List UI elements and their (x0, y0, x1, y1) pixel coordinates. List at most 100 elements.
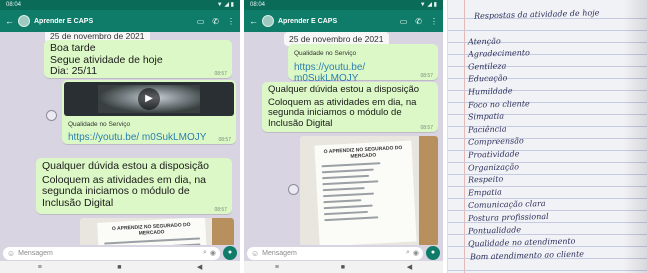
nav-back-icon[interactable]: ◀ (197, 263, 202, 271)
message-placeholder: Mensagem (262, 249, 297, 257)
document-photo[interactable]: O APRENDIZ NO SEGURADO DO MERCADO (300, 136, 438, 245)
document-paper: O APRENDIZ NO SEGURADO DO MERCADO (313, 140, 416, 245)
info-message[interactable]: Qualquer dúvida estou a disposição Coloq… (262, 82, 438, 132)
chat-header: ← Aprender É CAPS ▭ ✆ ⋮ (244, 10, 443, 32)
video-caption: Qualidade no Serviço (68, 121, 131, 128)
message-time: 08:57 (218, 137, 231, 143)
group-name[interactable]: Aprender É CAPS (278, 18, 392, 25)
video-thumbnail[interactable]: ▶ (64, 82, 234, 116)
notebook-answer-line: Proatividade (467, 149, 520, 160)
doc-line (323, 204, 373, 209)
document-title: O APRENDIZ NO SEGURADO DO MERCADO (323, 144, 403, 160)
link-message[interactable]: Qualidade no Serviço https://youtu.be/ m… (288, 44, 438, 84)
chat-header: ← Aprender É CAPS ▭ ✆ ⋮ (0, 10, 240, 32)
message-time: 08:57 (214, 71, 227, 77)
attach-icon[interactable]: ⌕ (406, 249, 410, 257)
voice-call-icon[interactable]: ✆ (415, 17, 422, 26)
document-paper: O APRENDIZ NO SEGURADO DO MERCADO (97, 218, 208, 245)
doc-line (321, 174, 369, 179)
voice-call-icon[interactable]: ✆ (212, 17, 219, 26)
menu-icon[interactable]: ⋮ (227, 17, 235, 26)
greeting-line-3: Dia: 25/11 (50, 65, 98, 77)
message-composer: ☺ Mensagem ⌕ ◉ ● (244, 245, 443, 261)
back-arrow-icon[interactable]: ← (249, 16, 258, 26)
forward-icon[interactable] (288, 184, 299, 195)
menu-icon[interactable]: ⋮ (430, 17, 438, 26)
message-line-2: Coloquem as atividades em dia, na segund… (268, 96, 417, 129)
table-surface (212, 218, 234, 245)
message-time: 08:57 (420, 125, 433, 131)
status-time: 08:04 (250, 2, 266, 8)
forward-icon[interactable] (46, 110, 57, 121)
attach-icon[interactable]: ⌕ (203, 249, 207, 257)
status-icons: ▼ ◢ ▮ (419, 2, 437, 8)
notebook-answer-line: Foco no cliente (467, 98, 530, 110)
doc-line (321, 168, 374, 173)
notebook-answer-line: Bom atendimento ao cliente (469, 249, 585, 262)
notebook-rule-line (448, 210, 647, 211)
notebook-answer-line: Pontualidade (467, 224, 522, 236)
emoji-icon[interactable]: ☺ (251, 249, 259, 258)
message-line-1: Qualquer dúvida estou a disposição (42, 160, 209, 172)
chat-area: 25 de novembro de 2021 Qualidade no Serv… (244, 32, 443, 245)
notebook-answer-line: Simpatia (467, 111, 505, 122)
video-message[interactable]: ▶ Qualidade no Serviço https://youtu.be/… (62, 80, 236, 144)
notebook-answer-line: Atenção (467, 36, 501, 47)
video-caption: Qualidade no Serviço (294, 50, 357, 57)
camera-icon[interactable]: ◉ (413, 249, 419, 257)
chat-area: 25 de novembro de 2021 Boa tarde Segue a… (0, 32, 240, 245)
notebook-rule-line (448, 30, 647, 31)
notebook-answer-line: Empatia (467, 187, 502, 198)
video-call-icon[interactable]: ▭ (197, 17, 205, 26)
status-icons: ▼ ◢ ▮ (216, 2, 234, 8)
doc-line (322, 186, 365, 191)
home-icon[interactable]: ■ (117, 264, 121, 271)
youtube-link[interactable]: https://youtu.be/ m0SukLMOJY (294, 62, 432, 84)
message-input[interactable]: ☺ Mensagem ⌕ ◉ (247, 246, 423, 260)
nav-back-icon[interactable]: ◀ (407, 263, 412, 271)
video-call-icon[interactable]: ▭ (400, 17, 408, 26)
info-message[interactable]: Qualquer dúvida estou a disposição Coloq… (36, 158, 232, 214)
table-surface (418, 136, 438, 245)
camera-icon[interactable]: ◉ (210, 249, 216, 257)
handwritten-notebook-photo: Respostas da atividade de hoje Atenção Agr… (447, 0, 647, 273)
whatsapp-screenshot-1: 08:04 ▼ ◢ ▮ ← Aprender É CAPS ▭ ✆ ⋮ 25 d… (0, 0, 240, 273)
message-line-1: Qualquer dúvida estou a disposição (268, 84, 420, 95)
status-bar: 08:04 ▼ ◢ ▮ (244, 0, 443, 10)
recents-icon[interactable]: ≡ (38, 264, 42, 271)
play-icon[interactable]: ▶ (138, 88, 160, 110)
mic-icon[interactable]: ● (426, 246, 440, 260)
doc-line (323, 210, 368, 215)
page-shadow (623, 0, 647, 273)
youtube-link[interactable]: https://youtu.be/ m0SukLMOJY (68, 132, 232, 143)
notebook-answer-line: Compreensão (467, 136, 524, 148)
status-bar: 08:04 ▼ ◢ ▮ (0, 0, 240, 10)
greeting-message[interactable]: Boa tarde Segue atividade de hoje Dia: 2… (44, 40, 232, 78)
back-arrow-icon[interactable]: ← (5, 16, 14, 26)
message-time: 08:57 (420, 73, 433, 79)
emoji-icon[interactable]: ☺ (7, 249, 15, 258)
home-icon[interactable]: ■ (341, 264, 345, 271)
document-title: O APRENDIZ NO SEGURADO DO MERCADO (112, 222, 192, 238)
notebook-answer-line: Paciência (467, 124, 507, 135)
notebook-rule-line (448, 270, 647, 271)
group-avatar[interactable] (18, 15, 30, 27)
message-placeholder: Mensagem (18, 249, 53, 257)
message-line-2: Coloquem as atividades em dia, na segund… (42, 173, 207, 209)
notebook-answer-line: Gentileza (467, 61, 507, 72)
mic-icon[interactable]: ● (223, 246, 237, 260)
doc-line (322, 192, 374, 197)
notebook-answer-line: Agradecimento (467, 48, 530, 59)
message-time: 08:57 (214, 207, 227, 213)
doc-line (322, 198, 362, 203)
group-name[interactable]: Aprender É CAPS (34, 18, 189, 25)
recents-icon[interactable]: ≡ (275, 264, 279, 271)
notebook-answer-line: Humildade (467, 86, 513, 97)
doc-line (321, 179, 378, 185)
android-nav-bar: ≡ ■ ◀ (244, 261, 443, 273)
group-avatar[interactable] (262, 15, 274, 27)
doc-line (323, 215, 378, 221)
document-photo[interactable]: O APRENDIZ NO SEGURADO DO MERCADO (80, 218, 234, 245)
message-input[interactable]: ☺ Mensagem ⌕ ◉ (3, 246, 220, 260)
whatsapp-screenshot-2: 08:04 ▼ ◢ ▮ ← Aprender É CAPS ▭ ✆ ⋮ 25 d… (244, 0, 443, 273)
